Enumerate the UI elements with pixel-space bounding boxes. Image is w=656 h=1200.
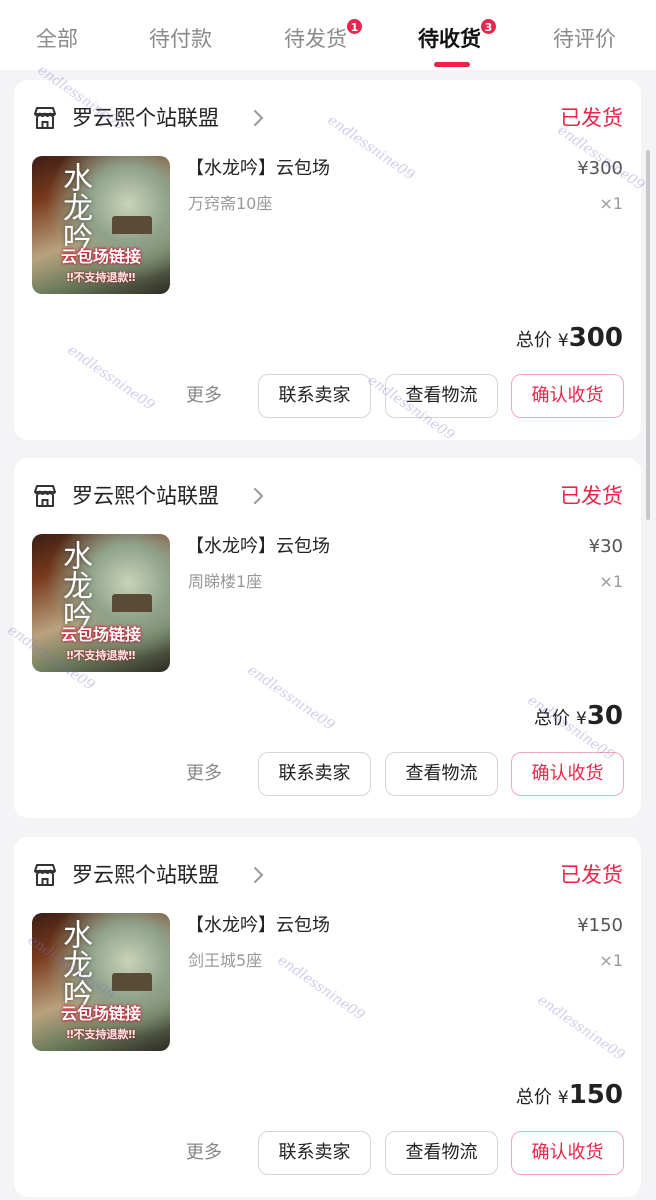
chevron-right-icon bbox=[254, 488, 264, 504]
tab-label: 待付款 bbox=[149, 27, 212, 51]
tab-label: 待收货 bbox=[418, 27, 481, 51]
tab-pending-receipt[interactable]: 待收货 3 bbox=[418, 18, 497, 54]
chevron-right-icon bbox=[254, 110, 264, 126]
confirm-receipt-button[interactable]: 确认收货 bbox=[511, 752, 624, 796]
more-button[interactable]: 更多 bbox=[186, 383, 222, 409]
order-status: 已发货 bbox=[560, 863, 623, 887]
product-image-title: 水龙吟 bbox=[57, 540, 92, 630]
order-total: 总价 ¥30 bbox=[534, 698, 623, 737]
count-badge: 1 bbox=[346, 18, 363, 35]
product-image-note: ‼不支持退款‼ bbox=[66, 649, 136, 662]
unit-price: ¥300 bbox=[577, 158, 623, 179]
product-name[interactable]: 【水龙吟】云包场 bbox=[186, 534, 330, 560]
contact-seller-button[interactable]: 联系卖家 bbox=[258, 1131, 371, 1175]
order-status-tabs: 全部 待付款 待发货 1 待收货 3 待评价 bbox=[0, 0, 656, 70]
product-image-banner: 云包场链接 bbox=[60, 247, 141, 266]
more-button[interactable]: 更多 bbox=[186, 1140, 222, 1166]
shop-name: 罗云熙个站联盟 bbox=[72, 863, 219, 887]
store-icon bbox=[34, 485, 56, 507]
chevron-right-icon bbox=[254, 867, 264, 883]
product-image-note: ‼不支持退款‼ bbox=[66, 1028, 136, 1041]
tab-pending-review[interactable]: 待评价 bbox=[553, 24, 616, 54]
product-name[interactable]: 【水龙吟】云包场 bbox=[186, 913, 330, 939]
shop-name: 罗云熙个站联盟 bbox=[72, 106, 219, 130]
product-image-title: 水龙吟 bbox=[57, 162, 92, 252]
count-badge: 3 bbox=[480, 18, 497, 35]
tab-label: 待发货 bbox=[284, 27, 347, 51]
product-name[interactable]: 【水龙吟】云包场 bbox=[186, 156, 330, 182]
temple-illustration bbox=[112, 216, 152, 234]
contact-seller-button[interactable]: 联系卖家 bbox=[258, 752, 371, 796]
product-image[interactable]: 水龙吟 云包场链接 ‼不支持退款‼ bbox=[32, 534, 170, 672]
store-icon bbox=[34, 107, 56, 129]
total-currency: ¥ bbox=[575, 709, 587, 729]
total-currency: ¥ bbox=[557, 1088, 569, 1108]
order-card: 罗云熙个站联盟 已发货 水龙吟 云包场链接 ‼不支持退款‼ 【水龙吟】云包场 万… bbox=[14, 80, 641, 440]
product-spec: 剑王城5座 bbox=[188, 951, 263, 970]
store-icon bbox=[34, 864, 56, 886]
product-image-banner: 云包场链接 bbox=[60, 1004, 141, 1023]
order-total: 总价 ¥300 bbox=[516, 320, 623, 359]
temple-illustration bbox=[112, 594, 152, 612]
confirm-receipt-button[interactable]: 确认收货 bbox=[511, 374, 624, 418]
tab-label: 待评价 bbox=[553, 27, 616, 51]
scrollbar[interactable] bbox=[646, 150, 650, 520]
shop-name: 罗云熙个站联盟 bbox=[72, 484, 219, 508]
contact-seller-button[interactable]: 联系卖家 bbox=[258, 374, 371, 418]
order-card: 罗云熙个站联盟 已发货 水龙吟 云包场链接 ‼不支持退款‼ 【水龙吟】云包场 周… bbox=[14, 458, 641, 818]
product-image[interactable]: 水龙吟 云包场链接 ‼不支持退款‼ bbox=[32, 913, 170, 1051]
quantity: ×1 bbox=[599, 572, 623, 591]
product-spec: 周睇楼1座 bbox=[188, 572, 263, 591]
view-logistics-button[interactable]: 查看物流 bbox=[385, 1131, 498, 1175]
product-image-note: ‼不支持退款‼ bbox=[66, 271, 136, 284]
order-total: 总价 ¥150 bbox=[516, 1077, 623, 1116]
total-value: 300 bbox=[568, 323, 623, 353]
order-status: 已发货 bbox=[560, 106, 623, 130]
total-value: 30 bbox=[586, 701, 623, 731]
tab-pending-shipment[interactable]: 待发货 1 bbox=[284, 18, 363, 54]
order-card: 罗云熙个站联盟 已发货 水龙吟 云包场链接 ‼不支持退款‼ 【水龙吟】云包场 剑… bbox=[14, 837, 641, 1197]
quantity: ×1 bbox=[599, 951, 623, 970]
total-label: 总价 bbox=[515, 1087, 552, 1108]
order-status: 已发货 bbox=[560, 484, 623, 508]
total-label: 总价 bbox=[533, 708, 570, 729]
total-value: 150 bbox=[568, 1080, 623, 1110]
active-tab-indicator bbox=[434, 62, 470, 67]
product-spec: 万窍斋10座 bbox=[188, 194, 273, 213]
product-image-title: 水龙吟 bbox=[57, 919, 92, 1009]
total-currency: ¥ bbox=[557, 331, 569, 351]
unit-price: ¥30 bbox=[588, 536, 623, 557]
unit-price: ¥150 bbox=[577, 915, 623, 936]
total-label: 总价 bbox=[515, 330, 552, 351]
tab-pending-payment[interactable]: 待付款 bbox=[149, 24, 212, 54]
view-logistics-button[interactable]: 查看物流 bbox=[385, 374, 498, 418]
view-logistics-button[interactable]: 查看物流 bbox=[385, 752, 498, 796]
tab-label: 全部 bbox=[36, 27, 78, 51]
tab-all[interactable]: 全部 bbox=[36, 24, 78, 54]
product-image-banner: 云包场链接 bbox=[60, 625, 141, 644]
quantity: ×1 bbox=[599, 194, 623, 213]
temple-illustration bbox=[112, 973, 152, 991]
product-image[interactable]: 水龙吟 云包场链接 ‼不支持退款‼ bbox=[32, 156, 170, 294]
more-button[interactable]: 更多 bbox=[186, 761, 222, 787]
confirm-receipt-button[interactable]: 确认收货 bbox=[511, 1131, 624, 1175]
